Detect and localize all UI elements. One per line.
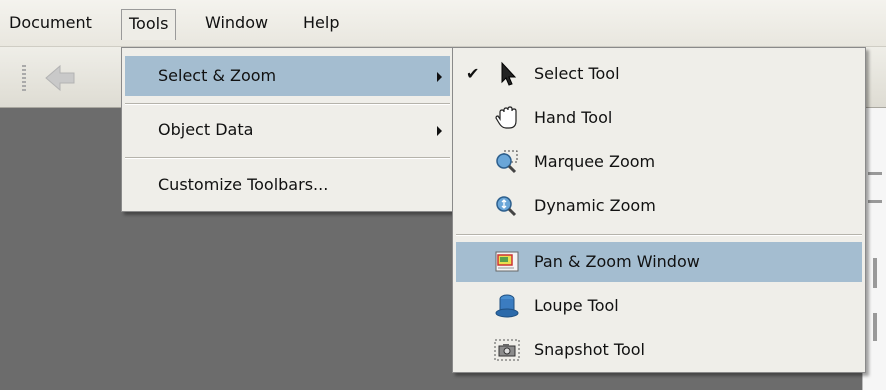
menu-item-label: Customize Toolbars...: [158, 175, 329, 194]
menu-separator: [456, 234, 862, 236]
checkmark-icon: ✔: [466, 64, 480, 83]
menu-item-loupe-tool[interactable]: Loupe Tool: [456, 286, 862, 326]
menu-document[interactable]: Document: [2, 9, 99, 37]
back-arrow-icon[interactable]: [42, 63, 78, 93]
menu-item-label: Marquee Zoom: [534, 152, 656, 171]
menu-item-label: Pan & Zoom Window: [534, 252, 700, 271]
dynamic-zoom-icon: [496, 196, 517, 217]
pan-zoom-window-icon: [495, 251, 519, 272]
menu-separator: [125, 157, 450, 159]
menu-tools[interactable]: Tools: [121, 9, 177, 40]
menu-item-label: Hand Tool: [534, 108, 613, 127]
menu-item-label: Loupe Tool: [534, 296, 619, 315]
menu-item-marquee-zoom[interactable]: Marquee Zoom: [456, 142, 862, 182]
menu-item-label: Dynamic Zoom: [534, 196, 656, 215]
menu-item-hand-tool[interactable]: Hand Tool: [456, 98, 862, 138]
select-zoom-submenu: ✔ Select Tool Hand Tool Marquee Zoom Dyn…: [452, 47, 866, 373]
submenu-arrow-icon: [437, 72, 442, 82]
loupe-icon: [495, 294, 519, 318]
menu-item-customize-toolbars[interactable]: Customize Toolbars...: [125, 165, 450, 205]
tools-menu: Select & Zoom Object Data Customize Tool…: [121, 47, 454, 212]
menu-item-select-zoom[interactable]: Select & Zoom: [125, 56, 450, 96]
menu-item-object-data[interactable]: Object Data: [125, 110, 450, 150]
menu-separator: [125, 103, 450, 105]
menu-item-dynamic-zoom[interactable]: Dynamic Zoom: [456, 186, 862, 226]
menu-help[interactable]: Help: [296, 9, 346, 37]
menu-item-pan-zoom-window[interactable]: Pan & Zoom Window: [456, 242, 862, 282]
menu-bar: Document Tools Window Help: [0, 0, 886, 47]
submenu-arrow-icon: [437, 126, 442, 136]
menu-item-label: Select & Zoom: [158, 66, 277, 85]
menu-item-label: Object Data: [158, 120, 254, 139]
menu-item-snapshot-tool[interactable]: Snapshot Tool: [456, 330, 862, 370]
menu-item-select-tool[interactable]: ✔ Select Tool: [456, 54, 862, 94]
menu-item-label: Select Tool: [534, 64, 620, 83]
menu-window[interactable]: Window: [198, 9, 275, 37]
hand-icon: [495, 106, 517, 129]
menu-item-label: Snapshot Tool: [534, 340, 645, 359]
arrow-pointer-icon: [501, 61, 517, 86]
marquee-zoom-icon: [496, 150, 518, 174]
camera-icon: [494, 339, 520, 361]
toolbar-grip[interactable]: [22, 65, 26, 91]
